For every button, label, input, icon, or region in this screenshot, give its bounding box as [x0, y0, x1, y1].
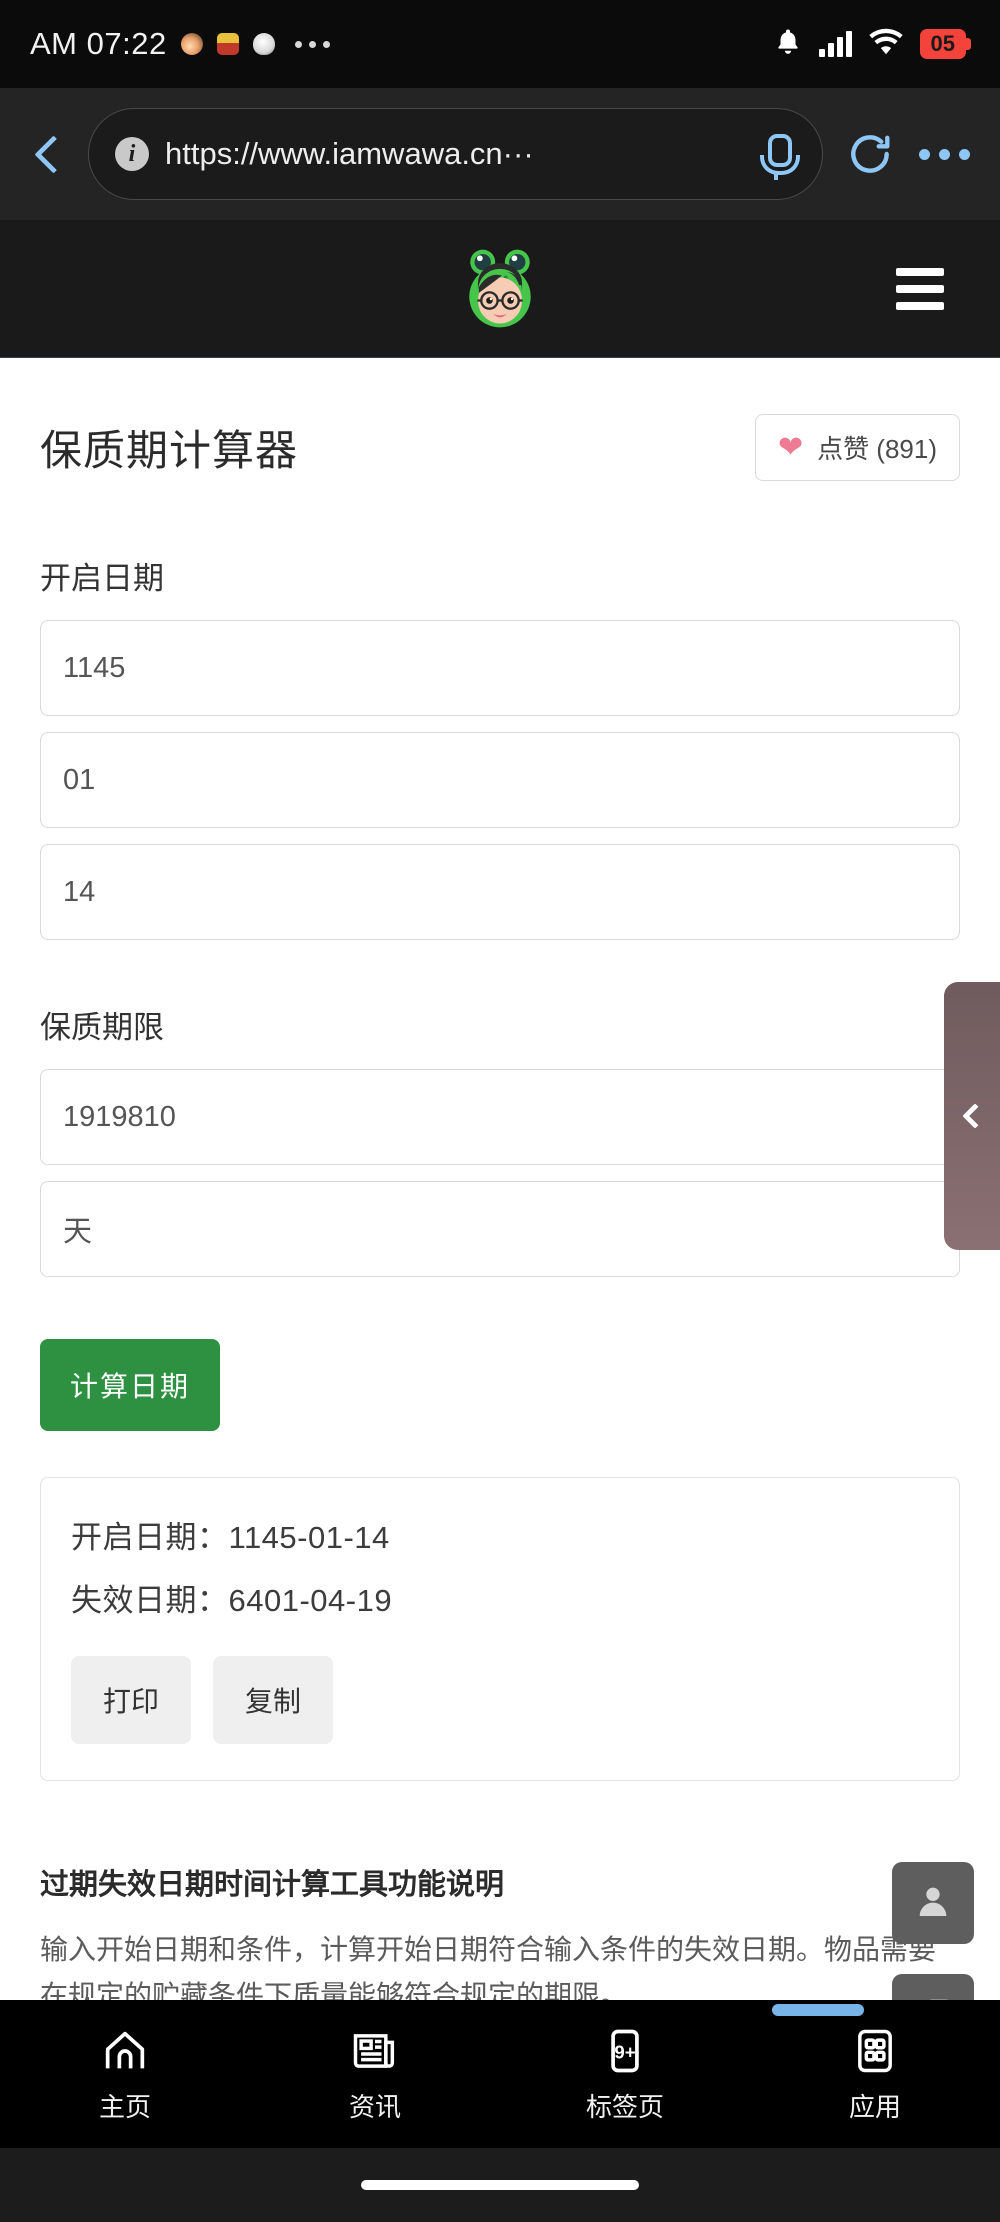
- nav-item-tabs[interactable]: 9+ 标签页: [500, 2025, 750, 2124]
- nav-label-tabs: 标签页: [585, 2091, 664, 2122]
- site-info-icon[interactable]: i: [115, 137, 149, 171]
- shelf-life-amount-input[interactable]: 1919810: [40, 1069, 960, 1165]
- tabs-badge-text: 9+: [614, 2041, 635, 2062]
- result-expiry-date: 失效日期：6401-04-19: [71, 1583, 393, 1618]
- wifi-icon: [868, 28, 904, 61]
- result-card: 开启日期：1145-01-14 失效日期：6401-04-19 打印 复制: [40, 1477, 960, 1781]
- hamburger-menu-icon[interactable]: [896, 267, 944, 310]
- like-button[interactable]: ❤ 点赞 (891): [754, 414, 960, 481]
- phone-screen: AM 07:22 05 i https://www.iamwawa.cn···: [0, 0, 1000, 2222]
- news-icon: [349, 2025, 401, 2077]
- bell-icon: [773, 26, 803, 63]
- shelf-life-unit-select[interactable]: 天: [40, 1181, 960, 1277]
- scroll-progress-pill: [772, 2004, 864, 2016]
- description-heading: 过期失效日期时间计算工具功能说明: [40, 1869, 505, 1901]
- frog-girl-logo[interactable]: [452, 241, 548, 337]
- nav-label-apps: 应用: [848, 2091, 901, 2122]
- page-title: 保质期计算器: [40, 427, 299, 474]
- address-bar[interactable]: i https://www.iamwawa.cn···: [88, 108, 823, 200]
- status-bar-left: AM 07:22: [30, 26, 330, 62]
- home-indicator-bar: [0, 2148, 1000, 2222]
- bottom-navigation: 主页 资讯 9+ 标签页 应用: [0, 2000, 1000, 2148]
- ghost-icon: [252, 33, 275, 55]
- reload-button[interactable]: [845, 129, 895, 179]
- section-divider: [40, 1781, 960, 1861]
- browser-toolbar: i https://www.iamwawa.cn···: [0, 88, 1000, 220]
- start-year-input[interactable]: 1145: [40, 620, 960, 716]
- page-content: 保质期计算器 ❤ 点赞 (891) 开启日期 1145 01 14 保质期限 1…: [0, 358, 1000, 2020]
- nav-item-apps[interactable]: 应用: [750, 2025, 1000, 2124]
- nav-label-news: 资讯: [348, 2091, 401, 2122]
- badge-icon: [216, 33, 239, 55]
- calculate-button[interactable]: 计算日期: [40, 1339, 221, 1431]
- home-indicator[interactable]: [361, 2180, 639, 2190]
- shelf-life-label: 保质期限: [40, 1010, 164, 1045]
- url-text: https://www.iamwawa.cn···: [165, 136, 534, 171]
- collapse-chevron-icon: [962, 1103, 988, 1129]
- back-button[interactable]: [26, 132, 70, 176]
- apps-icon: [849, 2025, 901, 2077]
- user-account-button[interactable]: [892, 1862, 974, 1944]
- browser-more-button[interactable]: [919, 148, 970, 160]
- like-count-label: 点赞 (891): [817, 434, 937, 464]
- nav-label-home: 主页: [98, 2091, 151, 2122]
- battery-indicator: 05: [919, 29, 972, 59]
- cellular-signal-icon: [818, 31, 852, 57]
- status-clock: AM 07:22: [30, 26, 167, 61]
- status-bar: AM 07:22 05: [0, 0, 1000, 88]
- start-date-label: 开启日期: [40, 561, 164, 596]
- result-actions: 打印 复制: [71, 1656, 929, 1744]
- tabs-icon: 9+: [599, 2025, 651, 2077]
- more-notifications-icon: [294, 40, 330, 48]
- user-account-icon: [913, 1881, 953, 1926]
- copy-button[interactable]: 复制: [213, 1656, 334, 1744]
- microphone-icon[interactable]: [756, 131, 800, 180]
- start-day-input[interactable]: 14: [40, 844, 960, 940]
- fire-icon: [180, 33, 203, 55]
- home-icon: [99, 2025, 151, 2077]
- nav-item-news[interactable]: 资讯: [250, 2025, 500, 2124]
- result-start-date: 开启日期：1145-01-14: [71, 1520, 390, 1555]
- status-bar-right: 05: [773, 26, 972, 63]
- start-month-input[interactable]: 01: [40, 732, 960, 828]
- side-panel-toggle[interactable]: [944, 982, 1000, 1250]
- nav-item-home[interactable]: 主页: [0, 2025, 250, 2124]
- title-row: 保质期计算器 ❤ 点赞 (891): [40, 358, 960, 491]
- print-button[interactable]: 打印: [71, 1656, 192, 1744]
- site-header: [0, 220, 1000, 358]
- heart-icon: ❤: [777, 430, 804, 464]
